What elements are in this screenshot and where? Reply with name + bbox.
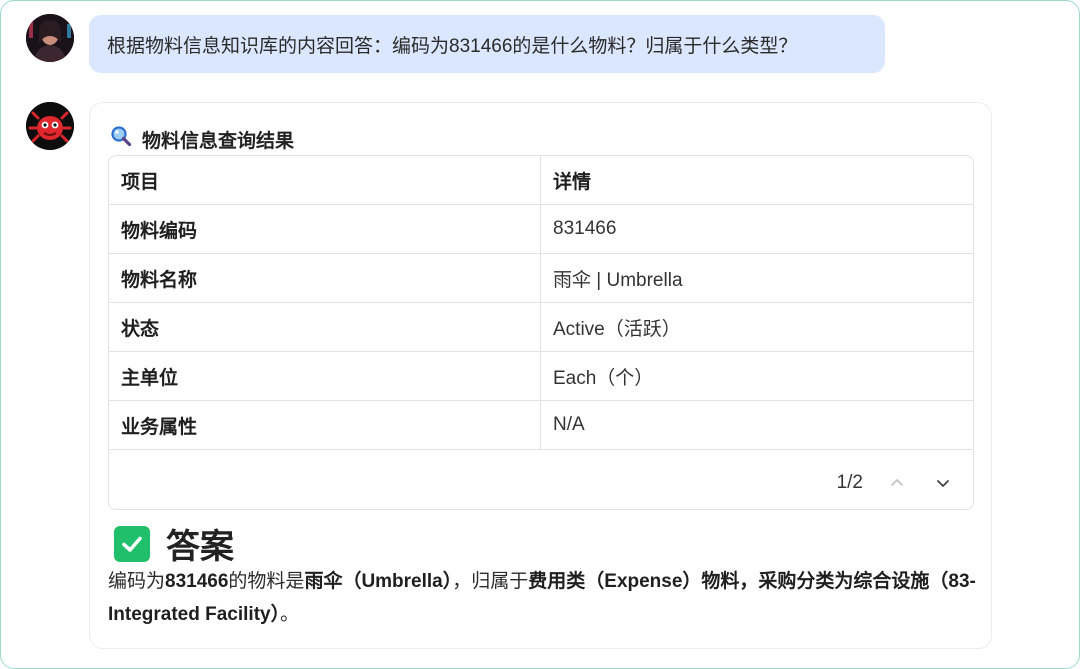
table-cell-value: N/A xyxy=(553,414,585,435)
check-mark-icon xyxy=(114,525,150,562)
user-message-bubble: 根据物料信息知识库的内容回答：编码为831466的是什么物料？归属于什么类型？ xyxy=(89,15,885,73)
magnifier-icon xyxy=(110,125,132,153)
bot-avatar-image xyxy=(26,102,74,150)
answer-text: 编码为831466的物料是雨伞（Umbrella），归属于费用类（Expense… xyxy=(108,565,978,631)
table-row: 业务属性 N/A xyxy=(109,401,973,450)
table-header-row: 项目 详情 xyxy=(109,156,973,205)
table-pager: 1/2 xyxy=(837,471,955,495)
material-info-table: 项目 详情 物料编码 831466 物料名称 雨伞 | Umbrella 状态 … xyxy=(108,155,974,510)
result-title-text: 物料信息查询结果 xyxy=(142,130,295,152)
answer-material-code: 831466 xyxy=(165,571,229,592)
table-row: 物料名称 雨伞 | Umbrella xyxy=(109,254,973,303)
user-message-text: 根据物料信息知识库的内容回答：编码为831466的是什么物料？归属于什么类型？ xyxy=(107,35,798,57)
table-cell-key: 物料编码 xyxy=(109,205,541,253)
answer-text-part: ，归属于 xyxy=(452,571,529,592)
pager-prev-button[interactable] xyxy=(885,471,909,495)
pager-indicator: 1/2 xyxy=(836,472,863,493)
answer-text-part: 。 xyxy=(280,604,300,625)
pager-next-button[interactable] xyxy=(931,471,955,495)
user-avatar-image xyxy=(26,14,74,62)
answer-heading: 答案 xyxy=(114,519,234,568)
bot-response-card: 物料信息查询结果 项目 详情 物料编码 831466 物料名称 雨伞 | Umb… xyxy=(89,102,992,649)
table-cell-key: 业务属性 xyxy=(109,401,541,449)
table-row: 主单位 Each（个） xyxy=(109,352,973,401)
table-cell-key: 主单位 xyxy=(109,352,541,400)
table-cell-key: 物料名称 xyxy=(109,254,541,302)
user-avatar xyxy=(26,14,74,62)
answer-title: 答案 xyxy=(166,528,234,566)
table-cell-value: Active（活跃） xyxy=(553,318,681,340)
bot-avatar xyxy=(26,102,74,150)
table-header-detail: 详情 xyxy=(553,171,592,193)
answer-text-part: 编码为 xyxy=(108,571,166,592)
chat-window: 根据物料信息知识库的内容回答：编码为831466的是什么物料？归属于什么类型？ xyxy=(0,0,1080,669)
table-cell-value: 雨伞 | Umbrella xyxy=(553,269,683,291)
table-row: 状态 Active（活跃） xyxy=(109,303,973,352)
result-title: 物料信息查询结果 xyxy=(110,125,294,153)
chevron-down-icon xyxy=(937,480,949,487)
table-cell-value: Each（个） xyxy=(553,367,654,389)
table-cell-key: 状态 xyxy=(109,303,541,351)
table-row: 物料编码 831466 xyxy=(109,205,973,254)
chevron-up-icon xyxy=(891,479,903,486)
table-header-item: 项目 xyxy=(109,156,541,204)
answer-material-name: 雨伞（Umbrella） xyxy=(304,571,453,592)
answer-text-part: 的物料是 xyxy=(228,571,305,592)
table-cell-value: 831466 xyxy=(553,218,617,239)
